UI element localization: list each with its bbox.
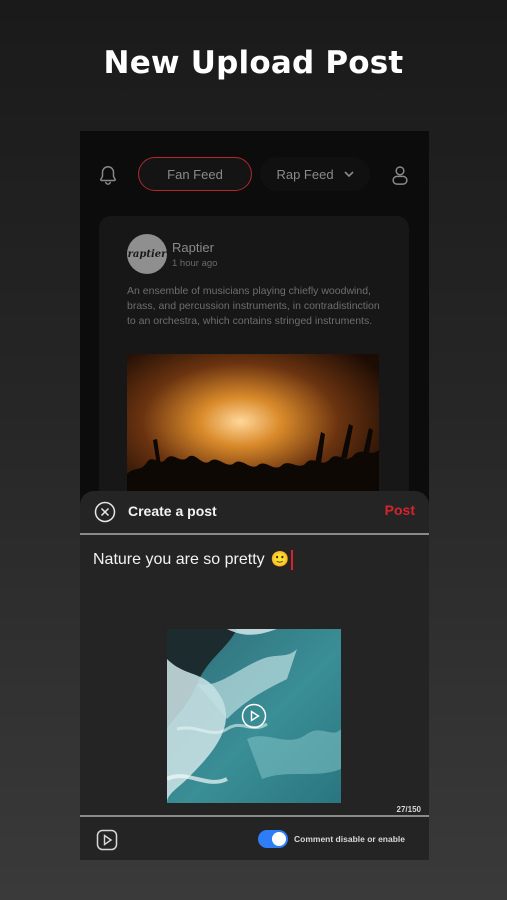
chevron-down-icon: [343, 171, 354, 178]
post-text-value: Nature you are so pretty: [93, 551, 265, 568]
tab-rap-feed-label: Rap Feed: [276, 166, 334, 182]
avatar-logo-text: raptier: [127, 248, 167, 260]
divider: [80, 815, 429, 817]
feed-top-bar: Fan Feed Rap Feed: [80, 131, 429, 215]
tab-rap-feed[interactable]: Rap Feed: [260, 157, 370, 191]
phone-screen: Fan Feed Rap Feed raptier Raptier 1 hour…: [80, 131, 429, 860]
comment-toggle-label: Comment disable or enable: [294, 834, 405, 844]
post-timestamp: 1 hour ago: [172, 258, 218, 269]
post-button[interactable]: Post: [385, 502, 415, 518]
toggle-knob: [272, 832, 286, 846]
post-author[interactable]: Raptier: [172, 240, 214, 255]
sheet-title: Create a post: [128, 503, 217, 519]
tab-fan-feed[interactable]: Fan Feed: [138, 157, 252, 191]
comment-toggle[interactable]: [258, 830, 288, 848]
concert-image[interactable]: [127, 354, 379, 504]
close-circle-icon[interactable]: [94, 501, 116, 523]
attached-video-thumbnail[interactable]: [167, 629, 341, 803]
play-circle-icon[interactable]: [241, 703, 267, 729]
video-icon[interactable]: [96, 829, 118, 851]
character-counter: 27/150: [396, 805, 421, 814]
post-text-input[interactable]: Nature you are so pretty 🙂: [93, 550, 294, 570]
page-headline: New Upload Post: [103, 45, 404, 81]
avatar[interactable]: raptier: [127, 234, 167, 274]
user-icon[interactable]: [389, 163, 411, 187]
tab-fan-feed-label: Fan Feed: [167, 166, 223, 182]
create-post-sheet: Create a post Post Nature you are so pre…: [80, 491, 429, 860]
sheet-header: Create a post Post: [80, 491, 429, 533]
post-body: An ensemble of musicians playing chiefly…: [127, 285, 380, 327]
text-cursor: [291, 550, 294, 570]
smile-emoji: 🙂: [270, 551, 290, 568]
divider: [80, 533, 429, 535]
bell-icon[interactable]: [97, 163, 119, 187]
